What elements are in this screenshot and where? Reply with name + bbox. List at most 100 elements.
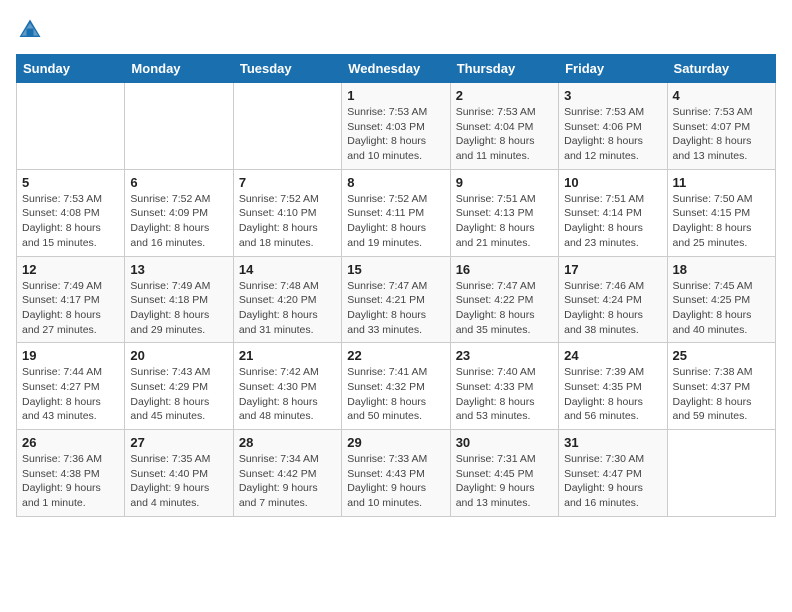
day-number: 1	[347, 88, 444, 103]
day-info: Sunrise: 7:38 AM Sunset: 4:37 PM Dayligh…	[673, 365, 770, 424]
calendar-cell: 2 Sunrise: 7:53 AM Sunset: 4:04 PM Daylig…	[450, 83, 558, 170]
calendar-week-row: 5Sunrise: 7:53 AM Sunset: 4:08 PM Daylig…	[17, 169, 776, 256]
day-of-week-header: Wednesday	[342, 55, 450, 83]
day-info: Sunrise: 7:49 AM Sunset: 4:18 PM Dayligh…	[130, 279, 227, 338]
day-info: Sunrise: 7:40 AM Sunset: 4:33 PM Dayligh…	[456, 365, 553, 424]
calendar-cell: 31Sunrise: 7:30 AM Sunset: 4:47 PM Dayli…	[559, 430, 667, 517]
day-number: 15	[347, 262, 444, 277]
day-of-week-header: Sunday	[17, 55, 125, 83]
calendar-cell: 18Sunrise: 7:45 AM Sunset: 4:25 PM Dayli…	[667, 256, 775, 343]
day-number: 31	[564, 435, 661, 450]
calendar-cell	[233, 83, 341, 170]
day-info: Sunrise: 7:53 AM Sunset: 4:04 PM Dayligh…	[456, 105, 553, 164]
calendar-cell: 20 Sunrise: 7:43 AM Sunset: 4:29 PM Dayli…	[125, 343, 233, 430]
day-info: Sunrise: 7:44 AM Sunset: 4:27 PM Dayligh…	[22, 365, 119, 424]
calendar-cell: 9Sunrise: 7:51 AM Sunset: 4:13 PM Daylig…	[450, 169, 558, 256]
day-info: Sunrise: 7:52 AM Sunset: 4:11 PM Dayligh…	[347, 192, 444, 251]
day-info: Sunrise: 7:49 AM Sunset: 4:17 PM Dayligh…	[22, 279, 119, 338]
calendar-cell: 10 Sunrise: 7:51 AM Sunset: 4:14 PM Dayli…	[559, 169, 667, 256]
day-info: Sunrise: 7:48 AM Sunset: 4:20 PM Dayligh…	[239, 279, 336, 338]
calendar-week-row: 19Sunrise: 7:44 AM Sunset: 4:27 PM Dayli…	[17, 343, 776, 430]
calendar-cell: 5Sunrise: 7:53 AM Sunset: 4:08 PM Daylig…	[17, 169, 125, 256]
calendar-cell	[667, 430, 775, 517]
calendar-cell: 14 Sunrise: 7:48 AM Sunset: 4:20 PM Dayli…	[233, 256, 341, 343]
calendar-cell: 4 Sunrise: 7:53 AM Sunset: 4:07 PM Daylig…	[667, 83, 775, 170]
calendar-cell: 25 Sunrise: 7:38 AM Sunset: 4:37 PM Dayli…	[667, 343, 775, 430]
day-info: Sunrise: 7:34 AM Sunset: 4:42 PM Dayligh…	[239, 452, 336, 511]
day-number: 3	[564, 88, 661, 103]
calendar-cell: 11 Sunrise: 7:50 AM Sunset: 4:15 PM Dayli…	[667, 169, 775, 256]
calendar-body: 1 Sunrise: 7:53 AM Sunset: 4:03 PM Daylig…	[17, 83, 776, 517]
day-info: Sunrise: 7:53 AM Sunset: 4:07 PM Dayligh…	[673, 105, 770, 164]
day-number: 13	[130, 262, 227, 277]
day-number: 6	[130, 175, 227, 190]
day-info: Sunrise: 7:47 AM Sunset: 4:21 PM Dayligh…	[347, 279, 444, 338]
calendar-cell: 3Sunrise: 7:53 AM Sunset: 4:06 PM Daylig…	[559, 83, 667, 170]
day-of-week-header: Monday	[125, 55, 233, 83]
calendar-week-row: 26 Sunrise: 7:36 AM Sunset: 4:38 PM Dayli…	[17, 430, 776, 517]
day-number: 20	[130, 348, 227, 363]
day-info: Sunrise: 7:39 AM Sunset: 4:35 PM Dayligh…	[564, 365, 661, 424]
calendar-cell: 16Sunrise: 7:47 AM Sunset: 4:22 PM Dayli…	[450, 256, 558, 343]
day-number: 5	[22, 175, 119, 190]
day-info: Sunrise: 7:52 AM Sunset: 4:09 PM Dayligh…	[130, 192, 227, 251]
day-number: 4	[673, 88, 770, 103]
calendar-cell: 13 Sunrise: 7:49 AM Sunset: 4:18 PM Dayli…	[125, 256, 233, 343]
day-number: 8	[347, 175, 444, 190]
day-number: 14	[239, 262, 336, 277]
calendar-cell: 1 Sunrise: 7:53 AM Sunset: 4:03 PM Daylig…	[342, 83, 450, 170]
calendar-cell	[17, 83, 125, 170]
calendar-cell: 6 Sunrise: 7:52 AM Sunset: 4:09 PM Daylig…	[125, 169, 233, 256]
day-info: Sunrise: 7:43 AM Sunset: 4:29 PM Dayligh…	[130, 365, 227, 424]
day-info: Sunrise: 7:31 AM Sunset: 4:45 PM Dayligh…	[456, 452, 553, 511]
day-number: 21	[239, 348, 336, 363]
calendar-cell: 30 Sunrise: 7:31 AM Sunset: 4:45 PM Dayli…	[450, 430, 558, 517]
day-number: 26	[22, 435, 119, 450]
calendar-table: SundayMondayTuesdayWednesdayThursdayFrid…	[16, 54, 776, 517]
day-info: Sunrise: 7:33 AM Sunset: 4:43 PM Dayligh…	[347, 452, 444, 511]
day-of-week-header: Saturday	[667, 55, 775, 83]
day-info: Sunrise: 7:42 AM Sunset: 4:30 PM Dayligh…	[239, 365, 336, 424]
calendar-cell: 15 Sunrise: 7:47 AM Sunset: 4:21 PM Dayli…	[342, 256, 450, 343]
day-number: 27	[130, 435, 227, 450]
calendar-cell: 28Sunrise: 7:34 AM Sunset: 4:42 PM Dayli…	[233, 430, 341, 517]
calendar-cell: 17 Sunrise: 7:46 AM Sunset: 4:24 PM Dayli…	[559, 256, 667, 343]
calendar-week-row: 1 Sunrise: 7:53 AM Sunset: 4:03 PM Daylig…	[17, 83, 776, 170]
day-number: 12	[22, 262, 119, 277]
calendar-cell: 19Sunrise: 7:44 AM Sunset: 4:27 PM Dayli…	[17, 343, 125, 430]
day-info: Sunrise: 7:35 AM Sunset: 4:40 PM Dayligh…	[130, 452, 227, 511]
calendar-cell	[125, 83, 233, 170]
day-number: 2	[456, 88, 553, 103]
calendar-cell: 23Sunrise: 7:40 AM Sunset: 4:33 PM Dayli…	[450, 343, 558, 430]
day-of-week-header: Tuesday	[233, 55, 341, 83]
calendar-cell: 7 Sunrise: 7:52 AM Sunset: 4:10 PM Daylig…	[233, 169, 341, 256]
page-header	[16, 16, 776, 44]
day-info: Sunrise: 7:50 AM Sunset: 4:15 PM Dayligh…	[673, 192, 770, 251]
day-number: 11	[673, 175, 770, 190]
day-info: Sunrise: 7:51 AM Sunset: 4:14 PM Dayligh…	[564, 192, 661, 251]
calendar-header: SundayMondayTuesdayWednesdayThursdayFrid…	[17, 55, 776, 83]
header-row: SundayMondayTuesdayWednesdayThursdayFrid…	[17, 55, 776, 83]
day-info: Sunrise: 7:45 AM Sunset: 4:25 PM Dayligh…	[673, 279, 770, 338]
day-number: 30	[456, 435, 553, 450]
day-number: 22	[347, 348, 444, 363]
day-info: Sunrise: 7:41 AM Sunset: 4:32 PM Dayligh…	[347, 365, 444, 424]
day-info: Sunrise: 7:53 AM Sunset: 4:03 PM Dayligh…	[347, 105, 444, 164]
day-info: Sunrise: 7:46 AM Sunset: 4:24 PM Dayligh…	[564, 279, 661, 338]
day-info: Sunrise: 7:52 AM Sunset: 4:10 PM Dayligh…	[239, 192, 336, 251]
day-number: 16	[456, 262, 553, 277]
calendar-cell: 29 Sunrise: 7:33 AM Sunset: 4:43 PM Dayli…	[342, 430, 450, 517]
calendar-cell: 22 Sunrise: 7:41 AM Sunset: 4:32 PM Dayli…	[342, 343, 450, 430]
day-number: 24	[564, 348, 661, 363]
day-info: Sunrise: 7:36 AM Sunset: 4:38 PM Dayligh…	[22, 452, 119, 511]
calendar-week-row: 12 Sunrise: 7:49 AM Sunset: 4:17 PM Dayli…	[17, 256, 776, 343]
day-number: 29	[347, 435, 444, 450]
day-number: 25	[673, 348, 770, 363]
calendar-cell: 21 Sunrise: 7:42 AM Sunset: 4:30 PM Dayli…	[233, 343, 341, 430]
day-number: 7	[239, 175, 336, 190]
logo	[16, 16, 48, 44]
day-of-week-header: Thursday	[450, 55, 558, 83]
day-number: 10	[564, 175, 661, 190]
logo-icon	[16, 16, 44, 44]
day-number: 17	[564, 262, 661, 277]
